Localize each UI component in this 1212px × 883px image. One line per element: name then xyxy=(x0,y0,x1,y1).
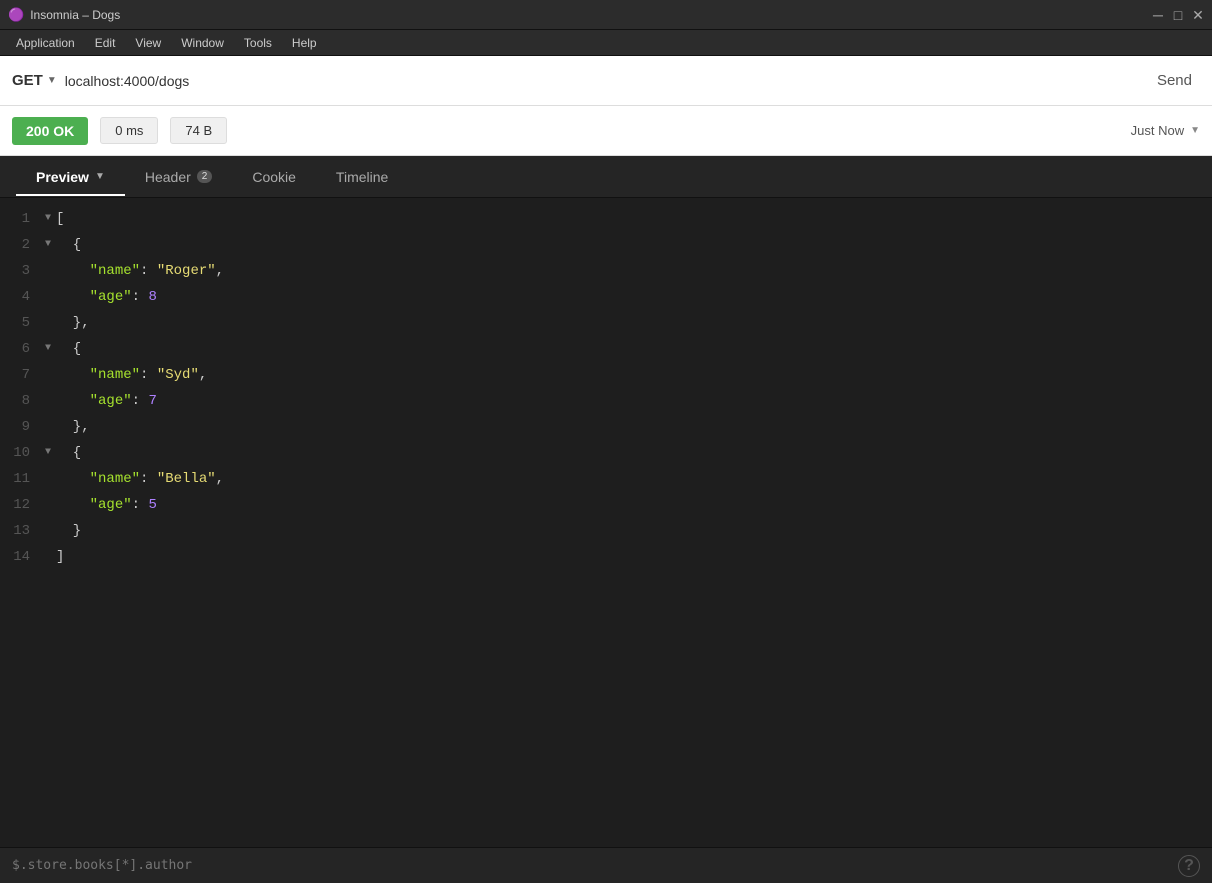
window-controls: ─ □ ✕ xyxy=(1152,9,1204,21)
collapse-toggle[interactable]: ▼ xyxy=(40,206,56,232)
collapse-toggle[interactable]: ▼ xyxy=(40,440,56,466)
line-number: 10 xyxy=(0,440,40,466)
menu-help[interactable]: Help xyxy=(282,34,327,52)
collapse-toggle[interactable]: ▼ xyxy=(40,232,56,258)
code-line: 3 "name": "Roger", xyxy=(0,258,1212,284)
line-number: 13 xyxy=(0,518,40,544)
code-line: 9 }, xyxy=(0,414,1212,440)
response-header-row: 200 OK 0 ms 74 B Just Now ▼ xyxy=(0,106,1212,156)
line-number: 14 xyxy=(0,544,40,570)
help-button[interactable]: ? xyxy=(1178,855,1200,877)
line-number: 3 xyxy=(0,258,40,284)
preview-chevron-icon: ▼ xyxy=(95,171,105,182)
timestamp-chevron-icon: ▼ xyxy=(1190,125,1200,136)
code-line: 8 "age": 7 xyxy=(0,388,1212,414)
menu-tools[interactable]: Tools xyxy=(234,34,282,52)
title-bar-left: 🟣 Insomnia – Dogs xyxy=(8,7,120,23)
method-chevron-icon: ▼ xyxy=(47,75,57,86)
line-number: 11 xyxy=(0,466,40,492)
collapse-toggle[interactable]: ▼ xyxy=(40,336,56,362)
menu-edit[interactable]: Edit xyxy=(85,34,126,52)
send-button[interactable]: Send xyxy=(1149,68,1200,93)
code-line: 11 "name": "Bella", xyxy=(0,466,1212,492)
code-line: 13 } xyxy=(0,518,1212,544)
status-badge: 200 OK xyxy=(12,117,88,145)
code-line: 7 "name": "Syd", xyxy=(0,362,1212,388)
line-content: "name": "Roger", xyxy=(56,258,224,284)
filter-input[interactable] xyxy=(12,858,1178,873)
code-line: 6▼ { xyxy=(0,336,1212,362)
method-selector[interactable]: GET ▼ xyxy=(12,72,57,89)
code-line: 4 "age": 8 xyxy=(0,284,1212,310)
tab-preview[interactable]: Preview ▼ xyxy=(16,159,125,195)
code-line: 5 }, xyxy=(0,310,1212,336)
url-input[interactable] xyxy=(65,73,1141,89)
response-time: 0 ms xyxy=(100,117,158,144)
code-view: 1▼[2▼ {3 "name": "Roger",4 "age": 85 },6… xyxy=(0,198,1212,847)
title-bar: 🟣 Insomnia – Dogs ─ □ ✕ xyxy=(0,0,1212,30)
line-content: "age": 8 xyxy=(56,284,157,310)
timestamp-area[interactable]: Just Now ▼ xyxy=(1131,123,1200,138)
tabs-bar: Preview ▼ Header 2 Cookie Timeline xyxy=(0,156,1212,198)
menu-application[interactable]: Application xyxy=(6,34,85,52)
line-content: "age": 7 xyxy=(56,388,157,414)
line-content: }, xyxy=(56,414,90,440)
menu-view[interactable]: View xyxy=(125,34,171,52)
line-content: "name": "Bella", xyxy=(56,466,224,492)
line-content: { xyxy=(56,232,81,258)
line-content: { xyxy=(56,336,81,362)
line-number: 4 xyxy=(0,284,40,310)
line-content: { xyxy=(56,440,81,466)
method-label: GET xyxy=(12,72,43,89)
line-number: 1 xyxy=(0,206,40,232)
menu-bar: Application Edit View Window Tools Help xyxy=(0,30,1212,56)
url-bar: GET ▼ Send xyxy=(0,56,1212,106)
code-line: 10▼ { xyxy=(0,440,1212,466)
bottom-bar: ? xyxy=(0,847,1212,883)
line-content: [ xyxy=(56,206,64,232)
code-line: 2▼ { xyxy=(0,232,1212,258)
tab-timeline[interactable]: Timeline xyxy=(316,159,408,195)
app-icon: 🟣 xyxy=(8,7,24,23)
line-number: 5 xyxy=(0,310,40,336)
response-size: 74 B xyxy=(170,117,227,144)
line-content: "age": 5 xyxy=(56,492,157,518)
minimize-button[interactable]: ─ xyxy=(1152,9,1164,21)
line-content: ] xyxy=(56,544,64,570)
maximize-button[interactable]: □ xyxy=(1172,9,1184,21)
menu-window[interactable]: Window xyxy=(171,34,234,52)
app-title: Insomnia – Dogs xyxy=(30,8,120,22)
line-content: }, xyxy=(56,310,90,336)
line-content: "name": "Syd", xyxy=(56,362,207,388)
line-number: 9 xyxy=(0,414,40,440)
line-number: 8 xyxy=(0,388,40,414)
code-line: 14] xyxy=(0,544,1212,570)
line-number: 7 xyxy=(0,362,40,388)
line-number: 6 xyxy=(0,336,40,362)
code-line: 1▼[ xyxy=(0,206,1212,232)
tab-cookie[interactable]: Cookie xyxy=(232,159,316,195)
timestamp-text: Just Now xyxy=(1131,123,1184,138)
line-number: 12 xyxy=(0,492,40,518)
tab-header[interactable]: Header 2 xyxy=(125,159,232,195)
line-content: } xyxy=(56,518,81,544)
code-line: 12 "age": 5 xyxy=(0,492,1212,518)
close-button[interactable]: ✕ xyxy=(1192,9,1204,21)
line-number: 2 xyxy=(0,232,40,258)
